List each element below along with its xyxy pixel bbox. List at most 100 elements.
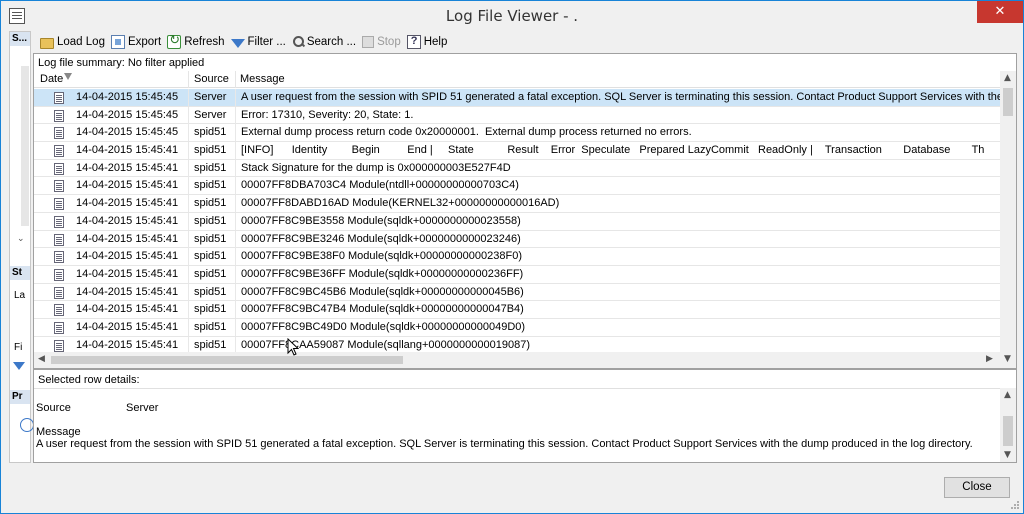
column-divider: [235, 212, 236, 230]
table-row[interactable]: 14-04-2015 15:45:41 spid51 00007FF8C9BC45B…: [34, 283, 1000, 302]
table-row[interactable]: 14-04-2015 15:45:41 spid51 00007FF8DBA703C…: [34, 177, 1000, 196]
cell-date: 14-04-2015 15:45:41: [76, 250, 179, 263]
column-header-date[interactable]: Date: [40, 73, 63, 85]
left-panel-label-fi: Fi: [14, 342, 23, 353]
table-row[interactable]: 14-04-2015 15:45:41 spid51 00007FF8CAA5908…: [34, 336, 1000, 353]
left-panel-chevron-down-icon[interactable]: ⌄: [17, 234, 25, 244]
cell-message: A user request from the session with SPI…: [241, 91, 1000, 103]
cell-message: 00007FF8C9BE38F0 Module(sqldk+0000000000…: [241, 250, 522, 263]
column-divider: [235, 195, 236, 213]
close-button[interactable]: Close: [944, 477, 1010, 498]
left-side-panel: S... ⌄ St La Fi Pr: [9, 31, 34, 463]
details-title: Selected row details:: [38, 374, 140, 386]
cell-source: spid51: [194, 144, 227, 157]
table-row[interactable]: 14-04-2015 15:45:41 spid51 00007FF8DABD16A…: [34, 195, 1000, 213]
cell-message: 00007FF8C9BE3246 Module(sqldk+0000000000…: [241, 232, 521, 245]
details-scrollbar[interactable]: ▲ ▼: [1000, 388, 1016, 462]
column-divider: [188, 159, 189, 177]
column-divider: [235, 159, 236, 177]
cell-source: spid51: [194, 320, 227, 333]
refresh-button[interactable]: Refresh: [164, 33, 227, 51]
log-entry-icon: [54, 304, 64, 317]
refresh-label: Refresh: [184, 36, 225, 48]
cell-source: spid51: [194, 197, 227, 210]
scroll-left-icon[interactable]: ◀: [38, 354, 45, 364]
column-divider: [235, 142, 236, 160]
left-panel-section-3[interactable]: Pr: [10, 390, 30, 404]
scroll-right-icon[interactable]: ▶: [986, 354, 993, 364]
column-divider[interactable]: [188, 71, 189, 88]
table-row[interactable]: 14-04-2015 15:45:41 spid51 00007FF8C9BC47B…: [34, 301, 1000, 319]
export-label: Export: [127, 36, 162, 48]
search-button[interactable]: Search ...: [289, 33, 359, 51]
column-header-source[interactable]: Source: [194, 73, 229, 85]
cell-source: spid51: [194, 161, 227, 174]
resize-grip-icon[interactable]: [1010, 500, 1020, 510]
load-log-button[interactable]: Load Log: [37, 33, 108, 51]
sort-icon[interactable]: [64, 73, 72, 80]
column-divider[interactable]: [235, 71, 236, 88]
cell-date: 14-04-2015 15:45:45: [76, 91, 179, 103]
scroll-down-icon[interactable]: ▼: [1004, 354, 1011, 364]
cell-message: External dump process return code 0x2000…: [241, 126, 692, 139]
details-scroll-down-icon[interactable]: ▼: [1004, 450, 1011, 460]
table-row[interactable]: 14-04-2015 15:45:41 spid51 00007FF8C9BE324…: [34, 230, 1000, 249]
table-row[interactable]: 14-04-2015 15:45:41 spid51 00007FF8C9BE38F…: [34, 248, 1000, 266]
cell-date: 14-04-2015 15:45:45: [76, 126, 179, 139]
vertical-scroll-thumb[interactable]: [1003, 88, 1013, 116]
left-panel-scrollbar[interactable]: [21, 66, 29, 226]
column-divider: [188, 230, 189, 248]
table-row[interactable]: 14-04-2015 15:45:45 Server A user request …: [34, 89, 1000, 107]
window-close-button[interactable]: ✕: [977, 1, 1023, 23]
left-panel-label-la: La: [14, 290, 26, 301]
left-panel-section-1[interactable]: S...: [10, 32, 30, 46]
log-entry-icon: [54, 233, 64, 246]
table-row[interactable]: 14-04-2015 15:45:41 spid51 00007FF8C9BE355…: [34, 212, 1000, 231]
cell-message: 00007FF8DABD16AD Module(KERNEL32+0000000…: [241, 197, 560, 210]
column-divider: [188, 248, 189, 266]
cell-message: 00007FF8C9BE36FF Module(sqldk+0000000000…: [241, 267, 524, 280]
cell-source: spid51: [194, 232, 227, 245]
stop-button[interactable]: Stop: [359, 33, 404, 51]
cell-message: 00007FF8DBA703C4 Module(ntdll+0000000000…: [241, 179, 519, 192]
grid-horizontal-scrollbar[interactable]: ◀ ▶: [34, 352, 1000, 368]
details-content: Source Server Message A user request fro…: [34, 388, 1000, 462]
log-entry-icon: [54, 162, 64, 175]
scroll-up-icon[interactable]: ▲: [1004, 73, 1011, 83]
log-entry-icon: [54, 109, 64, 122]
table-row[interactable]: 14-04-2015 15:45:41 spid51 Stack Signature…: [34, 159, 1000, 178]
cell-message: Stack Signature for the dump is 0x000000…: [241, 161, 511, 174]
horizontal-scroll-thumb[interactable]: [51, 356, 403, 364]
table-row[interactable]: 14-04-2015 15:45:41 spid51 00007FF8C9BE36F…: [34, 265, 1000, 284]
table-row[interactable]: 14-04-2015 15:45:41 spid51 [INFO] Identity…: [34, 142, 1000, 160]
details-scroll-up-icon[interactable]: ▲: [1004, 390, 1011, 400]
table-row[interactable]: 14-04-2015 15:45:41 spid51 00007FF8C9BC49D…: [34, 318, 1000, 337]
details-scroll-thumb[interactable]: [1003, 416, 1013, 446]
help-button[interactable]: Help: [404, 33, 451, 51]
column-header-message[interactable]: Message: [240, 73, 285, 85]
details-source-value: Server: [126, 402, 159, 414]
cell-source: spid51: [194, 285, 227, 298]
log-entry-icon: [54, 286, 64, 299]
cell-date: 14-04-2015 15:45:41: [76, 320, 179, 333]
help-icon: [406, 35, 421, 49]
cell-date: 14-04-2015 15:45:41: [76, 161, 179, 174]
grid-vertical-scrollbar[interactable]: ▲: [1000, 71, 1016, 353]
left-panel-expand-icon[interactable]: [20, 418, 34, 432]
filter-button[interactable]: Filter ...: [228, 33, 289, 51]
filter-label: Filter ...: [247, 36, 286, 48]
log-summary: Log file summary: No filter applied: [38, 57, 205, 69]
column-divider: [188, 318, 189, 336]
cell-source: Server: [194, 108, 227, 121]
details-source-label: Source: [36, 402, 71, 414]
left-panel-filter-icon[interactable]: [13, 362, 25, 370]
cell-source: spid51: [194, 126, 227, 139]
details-message-label: Message: [36, 426, 81, 438]
column-divider: [188, 265, 189, 283]
left-panel-section-2[interactable]: St: [10, 266, 30, 280]
column-divider: [235, 89, 236, 106]
export-button[interactable]: Export: [108, 33, 164, 51]
cell-source: spid51: [194, 338, 227, 351]
table-row[interactable]: 14-04-2015 15:45:45 Server Error: 17310, S…: [34, 106, 1000, 125]
table-row[interactable]: 14-04-2015 15:45:45 spid51 External dump p…: [34, 124, 1000, 143]
